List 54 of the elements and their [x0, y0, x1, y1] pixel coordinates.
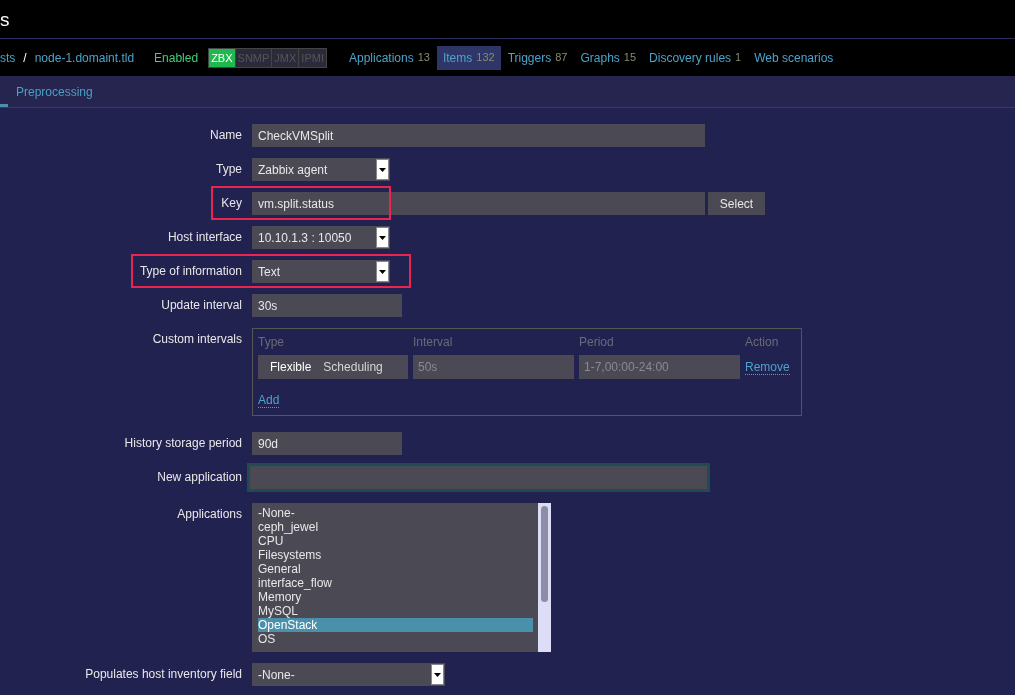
- field-label: Update interval: [160, 297, 243, 314]
- field-label: Key: [220, 195, 243, 212]
- add-link[interactable]: Add: [258, 393, 280, 408]
- host-nav-link[interactable]: Triggers 87: [501, 45, 574, 70]
- breadcrumb-link[interactable]: sts: [0, 48, 16, 67]
- text-field[interactable]: [247, 463, 710, 492]
- dropdown[interactable]: Text: [252, 260, 390, 283]
- text-field[interactable]: 90d: [252, 432, 402, 455]
- column-header: Interval: [413, 335, 454, 349]
- field-label: Type of information: [138, 263, 243, 280]
- field-label: Name: [209, 127, 243, 144]
- breadcrumb-link[interactable]: node-1.domaint.tld: [34, 48, 135, 67]
- field-label: Custom intervals: [151, 331, 243, 348]
- dropdown[interactable]: -None-: [252, 663, 445, 686]
- list-box[interactable]: -None- ceph_jewel CPU Filesystems General interface_flow Memory MySQL OpenStack OS: [252, 503, 551, 652]
- list-option[interactable]: MySQL: [258, 604, 533, 618]
- remove-link[interactable]: Remove: [745, 359, 790, 375]
- availability-badge: ZBX: [209, 48, 235, 67]
- dropdown[interactable]: Zabbix agent: [252, 158, 390, 181]
- list-option[interactable]: OpenStack: [258, 618, 533, 632]
- host-nav-link[interactable]: Applications 13: [342, 45, 436, 70]
- list-option[interactable]: General: [258, 562, 533, 576]
- breadcrumb-separator: /: [23, 49, 27, 67]
- field-label: Applications: [176, 506, 243, 523]
- list-option[interactable]: interface_flow: [258, 576, 533, 590]
- field-label: Host interface: [166, 229, 243, 246]
- host-nav-link[interactable]: Discovery rules 1: [643, 45, 748, 70]
- host-nav-link[interactable]: Graphs 15: [574, 45, 643, 70]
- page-title: s: [0, 9, 10, 29]
- column-header: Type: [258, 335, 285, 349]
- field-label: Type: [215, 161, 243, 178]
- select-button[interactable]: Select: [708, 192, 765, 215]
- field-label: Populates host inventory field: [84, 666, 243, 683]
- column-header: Period: [579, 335, 615, 349]
- text-field[interactable]: vm.split.status: [252, 192, 705, 215]
- form-tab[interactable]: Preprocessing: [16, 77, 93, 107]
- host-nav-link[interactable]: Web scenarios: [748, 45, 840, 70]
- dropdown[interactable]: 10.10.1.3 : 10050: [252, 226, 390, 249]
- interval-type-toggle[interactable]: Scheduling: [317, 355, 389, 379]
- scrollbar[interactable]: [538, 503, 551, 652]
- list-option[interactable]: Filesystems: [258, 548, 533, 562]
- field-label: New application: [156, 469, 243, 486]
- host-nav-link[interactable]: Items 132: [436, 45, 501, 70]
- list-option[interactable]: CPU: [258, 534, 533, 548]
- text-field[interactable]: CheckVMSplit: [252, 124, 705, 147]
- list-option[interactable]: OS: [258, 632, 533, 646]
- list-option[interactable]: -None-: [258, 506, 533, 520]
- list-option[interactable]: ceph_jewel: [258, 520, 533, 534]
- text-field[interactable]: 30s: [252, 294, 402, 317]
- field-label: History storage period: [123, 435, 243, 452]
- column-header: Action: [745, 335, 780, 349]
- interval-type-toggle[interactable]: Flexible: [264, 355, 318, 379]
- host-status: Enabled: [154, 49, 199, 67]
- list-option[interactable]: Memory: [258, 590, 533, 604]
